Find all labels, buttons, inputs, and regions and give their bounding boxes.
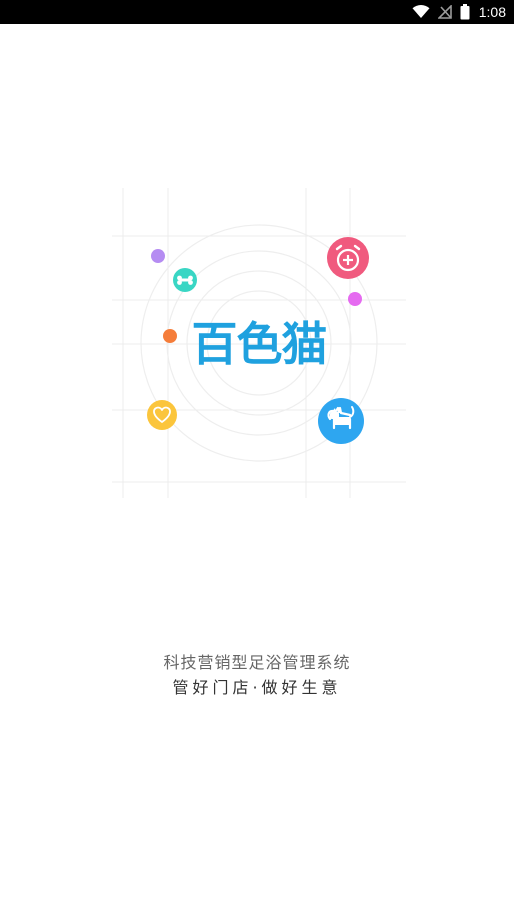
alarm-icon xyxy=(327,237,369,279)
magenta-dot xyxy=(348,292,362,306)
status-icons: 1:08 xyxy=(412,0,506,24)
status-time: 1:08 xyxy=(478,4,506,20)
heart-icon xyxy=(147,400,177,430)
cat-icon xyxy=(318,398,364,444)
wifi-icon xyxy=(412,5,430,19)
tagline: 科技营销型足浴管理系统 xyxy=(163,653,351,672)
splash-screen: 百色猫 科技营销型足浴管理系统 管好门店·做好生意 xyxy=(0,24,514,915)
purple-dot xyxy=(151,249,165,263)
status-bar: 1:08 xyxy=(0,0,514,24)
no-signal-icon xyxy=(437,5,452,19)
logo-illustration: 百色猫 xyxy=(106,182,412,500)
app-logo-text: 百色猫 xyxy=(191,317,328,371)
battery-icon xyxy=(460,4,470,20)
bone-icon xyxy=(173,268,197,292)
slogan: 管好门店·做好生意 xyxy=(172,678,342,697)
